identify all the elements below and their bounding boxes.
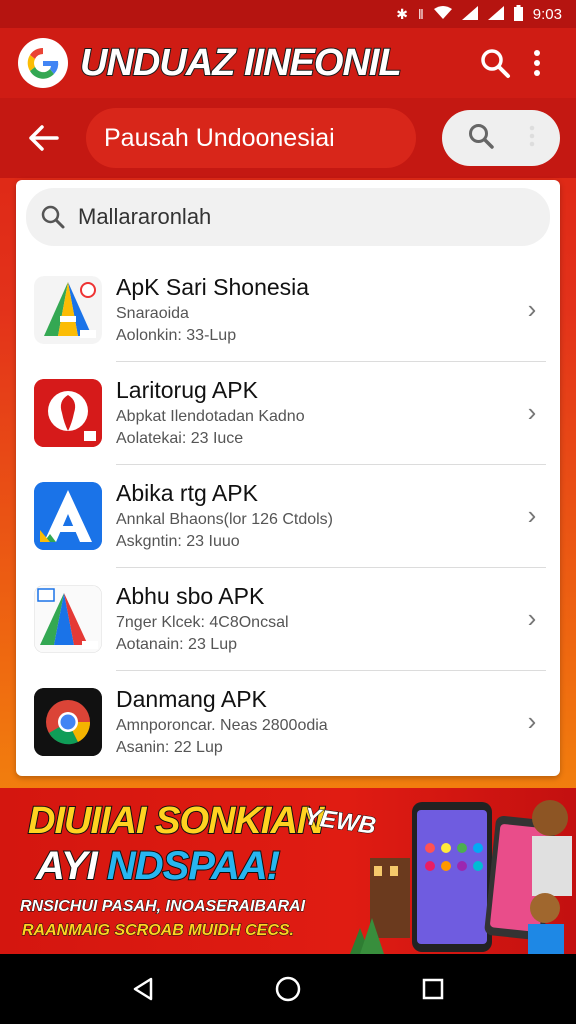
more-vert-icon[interactable] — [529, 125, 535, 152]
app-date: Asanin: 22 Lup — [116, 739, 223, 756]
list-item[interactable]: Laritorug APK Abpkat Ilendotadan Kadno A… — [16, 361, 560, 464]
app-subtitle: Snaraoida — [116, 305, 189, 322]
app-date: Askgntin: 23 Iuuo — [116, 533, 240, 550]
status-bar: ✱ ǁ 9:03 — [0, 0, 576, 28]
app-subtitle: Amnporoncar. Neas 2800odia — [116, 717, 328, 734]
app-list: ApK Sari Shonesia Snaraoida Aolonkin: 33… — [16, 258, 560, 773]
vibrate-icon: ǁ — [418, 6, 424, 22]
search-input[interactable]: Mallararonlah — [26, 188, 550, 246]
bluetooth-icon: ✱ — [396, 5, 408, 22]
google-g-icon[interactable] — [18, 38, 68, 88]
app-subtitle: Annkal Bhaons(lor 126 Ctdols) — [116, 511, 334, 528]
sub-header: Pausah Undoonesiai — [0, 98, 576, 178]
list-item[interactable]: ApK Sari Shonesia Snaraoida Aolonkin: 33… — [16, 258, 560, 361]
app-list-card: Mallararonlah ApK Sari Shonesia Snaraoid… — [16, 180, 560, 776]
battery-icon — [513, 4, 523, 24]
banner-text-1: RNSICHUI PASAH, INOASERAIBARAI — [19, 898, 306, 916]
phones-illustration — [350, 800, 572, 954]
app-date: Aotanain: 23 Lup — [116, 636, 237, 653]
app-title: Laritorug APK — [116, 377, 258, 403]
wifi-icon — [433, 5, 452, 23]
recents-square-icon[interactable] — [405, 961, 461, 1017]
banner-text-2: RAANMAIG SCROAB MUIDH CECS. — [22, 922, 295, 940]
colorful-a-icon — [34, 584, 102, 653]
back-triangle-icon[interactable] — [115, 961, 171, 1017]
search-query: Mallararonlah — [78, 204, 212, 229]
search-icon[interactable] — [474, 42, 516, 84]
chevron-right-icon: › — [527, 294, 537, 324]
signal-icon — [487, 5, 504, 23]
chevron-right-icon: › — [527, 706, 537, 736]
chevron-right-icon: › — [527, 397, 537, 427]
banner-subheadline-a: AYI — [35, 843, 107, 889]
app-date: Aolonkin: 33-Lup — [116, 327, 237, 344]
app-title: ApK Sari Shonesia — [116, 274, 310, 300]
signal-icon — [461, 5, 478, 23]
app-subtitle: Abpkat Ilendotadan Kadno — [116, 408, 305, 425]
banner-subheadline-b: NDSPAA! — [106, 843, 281, 889]
app-date: Aolatekai: 23 Iuce — [116, 430, 244, 447]
app-title: Danmang APK — [116, 686, 267, 712]
red-app-icon — [34, 378, 102, 447]
chevron-right-icon: › — [527, 603, 537, 633]
app-title: Abhu sbo APK — [116, 583, 265, 609]
promo-banner[interactable]: DIUIIAI SONKIAN AYI NDSPAA! RNSICHUI PAS… — [0, 788, 576, 954]
page-title: Pausah Undoonesiai — [86, 108, 416, 168]
list-item[interactable]: Abhu sbo APK 7nger Klcek: 4C8Oncsal Aota… — [16, 567, 560, 670]
back-arrow-icon[interactable] — [20, 114, 68, 162]
chrome-icon — [34, 687, 102, 756]
search-icon — [41, 205, 65, 229]
banner-subheadline: AYI NDSPAA! — [35, 843, 281, 889]
list-item[interactable]: Abika rtg APK Annkal Bhaons(lor 126 Ctdo… — [16, 464, 560, 567]
sub-actions — [442, 110, 560, 166]
status-time: 9:03 — [532, 5, 562, 23]
app-subtitle: 7nger Klcek: 4C8Oncsal — [116, 614, 289, 631]
chevron-right-icon: › — [527, 500, 537, 530]
app-bar: UNDUAZ IINEONIL — [0, 28, 576, 98]
search-icon[interactable] — [467, 122, 495, 155]
app-title: UNDUAZ IINEONIL — [79, 41, 403, 85]
list-item[interactable]: Danmang APK Amnporoncar. Neas 2800odia A… — [16, 670, 560, 773]
blue-a-icon — [34, 481, 102, 550]
app-title: Abika rtg APK — [116, 480, 258, 506]
system-nav-bar — [0, 954, 576, 1024]
more-vert-icon[interactable] — [516, 42, 558, 84]
drive-style-icon — [34, 275, 102, 344]
banner-headline: DIUIIAI SONKIAN — [27, 799, 325, 843]
home-circle-icon[interactable] — [260, 961, 316, 1017]
